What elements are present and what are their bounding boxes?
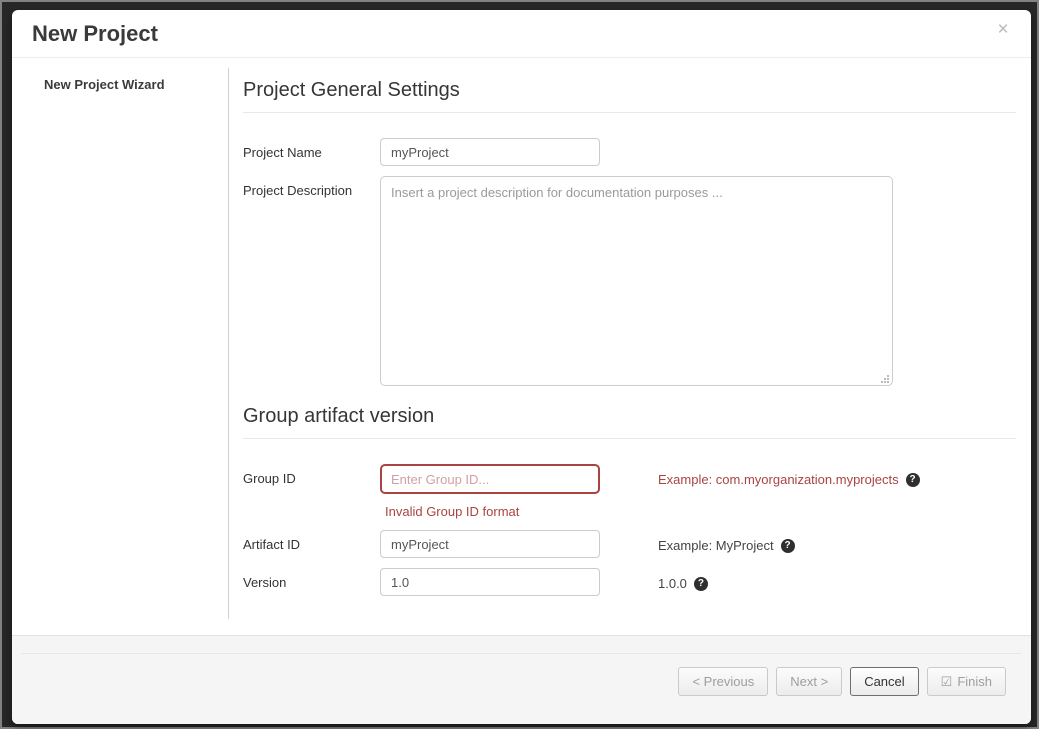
version-example-text: 1.0.0 xyxy=(658,576,687,591)
artifact-id-example: Example: MyProject ? xyxy=(658,530,795,553)
version-label: Version xyxy=(243,568,380,590)
project-description-row: Project Description xyxy=(243,176,1016,391)
new-project-dialog: New Project × New Project Wizard Project… xyxy=(12,10,1031,724)
version-help-icon[interactable]: ? xyxy=(694,577,708,591)
general-settings-form: Project Name Project Description xyxy=(243,138,1016,391)
version-row: Version 1.0.0 ? xyxy=(243,568,1016,596)
footer-buttons: < Previous Next > Cancel ☑ Finish xyxy=(12,654,1031,696)
wizard-content: Project General Settings Project Name Pr… xyxy=(229,58,1031,635)
finish-button-label: Finish xyxy=(957,674,992,689)
project-description-input[interactable] xyxy=(380,176,893,386)
group-id-example-text: Example: com.myorganization.myprojects xyxy=(658,472,899,487)
gav-form: Group ID Example: com.myorganization.myp… xyxy=(243,464,1016,596)
project-name-label: Project Name xyxy=(243,138,380,160)
resize-grip-icon[interactable] xyxy=(880,374,890,384)
cancel-button[interactable]: Cancel xyxy=(850,667,918,696)
finish-button[interactable]: ☑ Finish xyxy=(927,667,1006,696)
project-description-label: Project Description xyxy=(243,176,380,198)
wizard-step-new-project[interactable]: New Project Wizard xyxy=(44,77,229,92)
version-example: 1.0.0 ? xyxy=(658,568,708,591)
group-id-row: Group ID Example: com.myorganization.myp… xyxy=(243,464,1016,494)
previous-button[interactable]: < Previous xyxy=(678,667,768,696)
group-id-label: Group ID xyxy=(243,464,380,486)
next-button[interactable]: Next > xyxy=(776,667,842,696)
dialog-header: New Project × xyxy=(12,10,1031,58)
section-heading-gav: Group artifact version xyxy=(243,405,1016,439)
finish-check-icon: ☑ xyxy=(941,675,953,688)
group-id-example: Example: com.myorganization.myprojects ? xyxy=(658,464,920,487)
group-id-help-icon[interactable]: ? xyxy=(906,473,920,487)
version-input[interactable] xyxy=(380,568,600,596)
project-description-wrap xyxy=(380,176,893,391)
close-icon: × xyxy=(997,19,1008,40)
dialog-body: New Project Wizard Project General Setti… xyxy=(12,58,1031,635)
close-button[interactable]: × xyxy=(991,18,1015,42)
artifact-id-example-text: Example: MyProject xyxy=(658,538,774,553)
group-id-input[interactable] xyxy=(380,464,600,494)
artifact-id-label: Artifact ID xyxy=(243,530,380,552)
project-name-input[interactable] xyxy=(380,138,600,166)
section-heading-general: Project General Settings xyxy=(243,79,1016,113)
artifact-id-row: Artifact ID Example: MyProject ? xyxy=(243,530,1016,558)
group-id-error-message: Invalid Group ID format xyxy=(385,504,1016,519)
sidebar-divider xyxy=(228,68,229,619)
wizard-sidebar: New Project Wizard xyxy=(12,58,229,635)
dialog-footer: < Previous Next > Cancel ☑ Finish xyxy=(12,635,1031,724)
screen-background: { "dialog": { "title": "New Project", "c… xyxy=(0,0,1039,729)
artifact-id-help-icon[interactable]: ? xyxy=(781,539,795,553)
dialog-title: New Project xyxy=(32,21,158,47)
artifact-id-input[interactable] xyxy=(380,530,600,558)
project-name-row: Project Name xyxy=(243,138,1016,166)
